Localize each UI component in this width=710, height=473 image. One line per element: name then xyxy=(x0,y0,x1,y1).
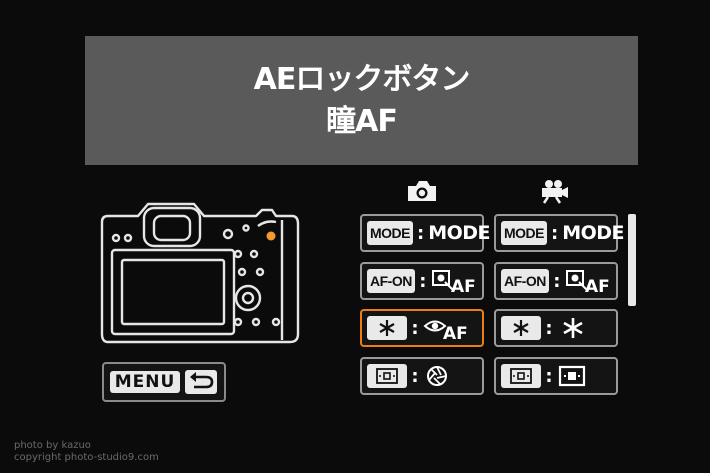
ae-lock-button-badge xyxy=(367,316,407,340)
photo-af-on-button-cell[interactable]: AF-ON : AF xyxy=(360,262,484,300)
aperture-icon xyxy=(427,366,447,386)
menu-label: MENU xyxy=(109,371,181,393)
scrollbar-thumb[interactable] xyxy=(628,214,636,306)
eye-af-icon: AF xyxy=(423,320,468,341)
menu-back-button[interactable]: MENU xyxy=(102,362,226,402)
mode-button-badge: MODE xyxy=(367,221,413,245)
mode-button-badge: MODE xyxy=(501,221,547,245)
ae-lock-icon xyxy=(513,320,529,336)
ae-lock-icon xyxy=(563,318,583,338)
function-description-panel: AEロックボタン 瞳AF xyxy=(85,36,638,165)
assigned-function-name: 瞳AF xyxy=(326,103,398,139)
watermark-copyright: copyright photo-studio9.com xyxy=(14,452,159,463)
movie-mode-button-cell[interactable]: MODE : MODE xyxy=(494,214,625,252)
af-point-icon xyxy=(376,368,398,384)
camera-back-diagram xyxy=(100,202,300,344)
af-start-icon: AF xyxy=(431,270,476,294)
movie-camera-icon xyxy=(542,180,568,204)
movie-ae-lock-button-cell[interactable]: : xyxy=(494,309,618,347)
watermark-photographer: photo by kazuo xyxy=(14,440,91,451)
photo-ae-lock-button-cell[interactable]: : AF xyxy=(360,309,484,347)
svg-text:AF: AF xyxy=(451,277,476,294)
af-point-icon xyxy=(510,368,532,384)
movie-af-point-button-cell[interactable]: : xyxy=(494,357,618,395)
camera-menu-screen: AEロックボタン 瞳AF MENU MODE: MODE MODE: MOD… xyxy=(0,0,710,473)
svg-text:AF: AF xyxy=(585,277,610,294)
photo-af-point-button-cell[interactable]: : xyxy=(360,357,484,395)
watermark: photo by kazuo copyright photo-studio9.c… xyxy=(14,440,159,464)
ae-lock-icon xyxy=(379,320,395,336)
af-point-button-badge xyxy=(501,364,541,388)
camera-icon xyxy=(408,181,436,201)
photo-mode-button-cell[interactable]: MODE : MODE xyxy=(360,214,491,252)
selected-button-name: AEロックボタン xyxy=(253,61,471,97)
af-point-icon xyxy=(558,365,586,387)
movie-af-on-button-cell[interactable]: AF-ON : AF xyxy=(494,262,618,300)
return-arrow-icon xyxy=(185,370,218,394)
svg-text:AF: AF xyxy=(443,324,468,341)
af-point-button-badge xyxy=(367,364,407,388)
af-on-button-badge: AF-ON xyxy=(501,269,549,293)
ae-lock-button-badge xyxy=(501,316,541,340)
af-start-icon: AF xyxy=(565,270,610,294)
af-on-button-badge: AF-ON xyxy=(367,269,415,293)
photo-mode-value: MODE xyxy=(428,222,491,244)
movie-mode-value: MODE xyxy=(562,222,625,244)
